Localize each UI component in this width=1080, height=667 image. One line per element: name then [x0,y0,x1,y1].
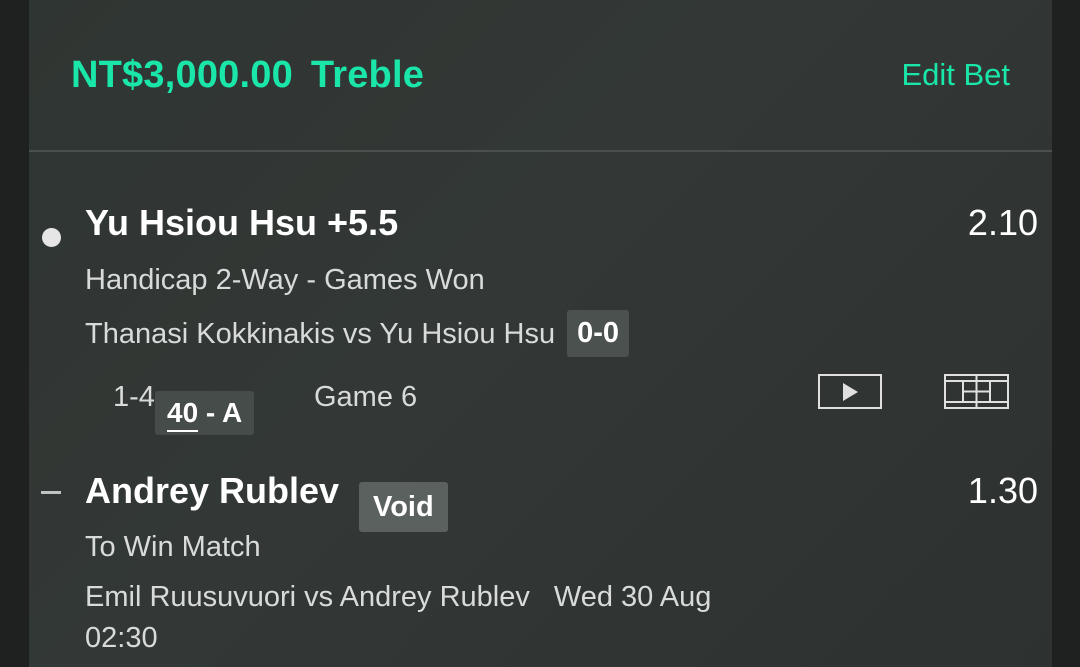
bet-header: NT$3,000.00 Treble Edit Bet [29,0,1052,152]
market-name: Handicap 2-Way - Games Won [85,264,485,296]
stake-title: NT$3,000.00 Treble [71,54,424,97]
event-name: Thanasi Kokkinakis vs Yu Hsiou Hsu [85,318,556,351]
void-badge: Void [359,482,448,532]
point-score: 40 - A [155,391,255,435]
market-name: To Win Match [85,531,261,563]
event-date: Wed 30 Aug [553,581,712,613]
live-score: 0-0 [567,310,630,357]
edit-bet-button[interactable]: Edit Bet [901,57,1010,93]
dash-icon [41,491,61,494]
selection-name: Yu Hsiou Hsu +5.5 [85,202,399,243]
point-separator: - [198,397,222,428]
selection-odds: 2.10 [967,202,1038,243]
bet-type: Treble [310,54,425,96]
point-away: A [222,397,243,428]
point-home: 40 [167,397,199,432]
play-video-icon[interactable] [818,374,882,410]
game-number: Game 6 [314,381,418,413]
selection-odds: 1.30 [967,470,1038,511]
event-time: 02:30 [85,622,158,654]
stake-amount: NT$3,000.00 [71,54,293,96]
selection-name: Andrey Rublev [85,470,340,511]
white-dot-icon [42,228,61,247]
event-line: Emil Ruusuvuori vs Andrey Rublev Wed 30 A… [85,581,711,614]
tennis-court-icon[interactable] [944,374,1010,410]
games-score: 1-4 [113,381,155,413]
event-line: Thanasi Kokkinakis vs Yu Hsiou Hsu 0-0 [85,310,630,359]
event-name: Emil Ruusuvuori vs Andrey Rublev [85,581,530,613]
